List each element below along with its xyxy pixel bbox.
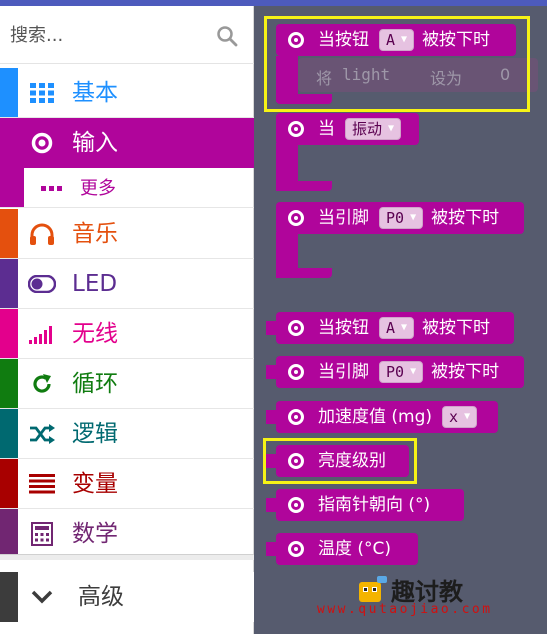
- watermark: 趣讨教 www.qutaojiao.com: [317, 572, 545, 624]
- reporter-notch: [266, 410, 276, 424]
- toolbox: 基本 输入 更多 音乐: [0, 6, 254, 634]
- compass-heading-block[interactable]: 指南针朝向 (°): [276, 489, 464, 521]
- refresh-icon: [28, 371, 56, 397]
- mascot-icon: [359, 576, 387, 602]
- category-more[interactable]: 更多: [0, 168, 254, 208]
- block-text: 当: [318, 119, 335, 139]
- category-label: 输入: [72, 130, 118, 156]
- category-label: 数学: [72, 521, 118, 547]
- category-color-strip: [0, 409, 18, 458]
- category-advanced[interactable]: 高级: [0, 572, 254, 622]
- input-icon: [288, 541, 304, 557]
- chevron-down-icon: [28, 584, 56, 610]
- block-text: 加速度值 (mg): [318, 407, 433, 427]
- search-box: [0, 6, 254, 64]
- acceleration-block[interactable]: 加速度值 (mg) x ▼: [276, 401, 498, 433]
- category-music[interactable]: 音乐: [0, 209, 254, 259]
- category-loops[interactable]: 循环: [0, 359, 254, 409]
- pin-is-pressed-block[interactable]: 当引脚 P0 ▼ 被按下时: [276, 356, 524, 388]
- block-mouth-bottom: [276, 268, 332, 278]
- category-label: 音乐: [72, 221, 118, 247]
- category-label: 高级: [78, 584, 124, 610]
- toggle-icon: [28, 271, 56, 297]
- calculator-icon: [28, 521, 56, 547]
- advanced-divider: [0, 554, 254, 560]
- reporter-notch: [266, 321, 276, 335]
- category-color-strip: [0, 459, 18, 508]
- highlight-box: [263, 438, 417, 484]
- block-header: 当引脚 P0 ▼ 被按下时: [276, 202, 524, 234]
- category-color-strip: [0, 209, 18, 258]
- reporter-notch: [266, 542, 276, 556]
- category-label: LED: [72, 271, 118, 297]
- block-text: 当引脚: [318, 208, 369, 228]
- watermark-url: www.qutaojiao.com: [317, 602, 493, 617]
- category-color-strip: [0, 168, 24, 207]
- axis-dropdown[interactable]: x ▼: [442, 406, 478, 428]
- button-dropdown[interactable]: A ▼: [379, 317, 415, 339]
- input-icon: [288, 210, 304, 226]
- category-basic[interactable]: 基本: [0, 68, 254, 118]
- input-icon: [288, 121, 304, 137]
- input-icon: [288, 364, 304, 380]
- gesture-dropdown[interactable]: 振动 ▼: [345, 118, 402, 140]
- grid-icon: [28, 80, 56, 106]
- category-label: 无线: [72, 321, 118, 347]
- block-text: 当引脚: [318, 362, 369, 382]
- category-label: 更多: [80, 178, 116, 199]
- category-label: 基本: [72, 80, 118, 106]
- block-text: 被按下时: [422, 318, 491, 338]
- category-label: 循环: [72, 371, 118, 397]
- category-color-strip: [0, 509, 18, 559]
- category-input[interactable]: 输入: [0, 118, 254, 168]
- search-input[interactable]: [10, 18, 206, 52]
- block-text: 指南针朝向 (°): [318, 495, 431, 515]
- highlight-box: [264, 16, 530, 112]
- category-color-strip: [0, 309, 18, 358]
- block-text: 被按下时: [431, 362, 500, 382]
- input-icon: [288, 320, 304, 336]
- temperature-block[interactable]: 温度 (°C): [276, 533, 418, 565]
- radio-icon: [28, 130, 56, 156]
- block-header: 当 振动 ▼: [276, 113, 419, 145]
- category-radio[interactable]: 无线: [0, 309, 254, 359]
- block-mouth-bottom: [276, 181, 332, 191]
- reporter-notch: [266, 365, 276, 379]
- category-variables[interactable]: 变量: [0, 459, 254, 509]
- input-icon: [288, 497, 304, 513]
- search-icon[interactable]: [216, 25, 238, 47]
- dots-icon: [38, 176, 66, 202]
- category-logic[interactable]: 逻辑: [0, 409, 254, 459]
- block-text: 被按下时: [431, 208, 500, 228]
- category-label: 逻辑: [72, 421, 118, 447]
- shuffle-icon: [28, 421, 56, 447]
- reporter-notch: [266, 498, 276, 512]
- category-color-strip: [0, 359, 18, 408]
- category-label: 变量: [72, 471, 118, 497]
- pin-dropdown[interactable]: P0 ▼: [379, 361, 424, 383]
- block-text: 当按钮: [318, 318, 369, 338]
- list-icon: [28, 471, 56, 497]
- category-color-strip: [0, 68, 18, 117]
- category-led[interactable]: LED: [0, 259, 254, 309]
- block-text: 温度 (°C): [318, 539, 392, 559]
- button-is-pressed-block[interactable]: 当按钮 A ▼ 被按下时: [276, 312, 514, 344]
- pin-dropdown[interactable]: P0 ▼: [379, 207, 424, 229]
- category-color-strip: [0, 572, 18, 622]
- headphones-icon: [28, 221, 56, 247]
- category-color-strip: [0, 259, 18, 308]
- category-math[interactable]: 数学: [0, 509, 254, 559]
- input-icon: [288, 409, 304, 425]
- signal-icon: [28, 321, 56, 347]
